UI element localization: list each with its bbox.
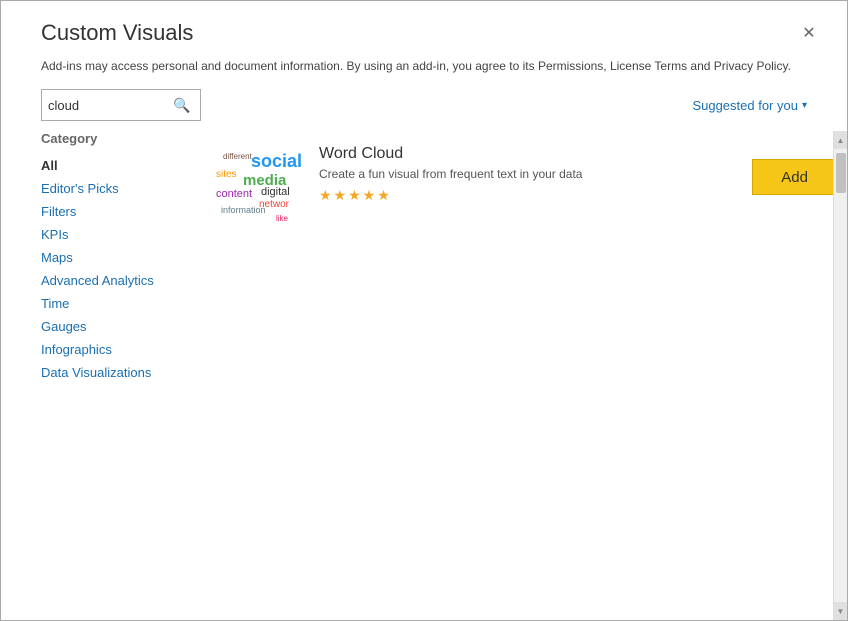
visual-name: Word Cloud <box>319 145 734 163</box>
sidebar-item-filters[interactable]: Filters <box>41 200 191 223</box>
svg-text:social: social <box>251 151 301 171</box>
chevron-down-icon: ▾ <box>802 100 807 111</box>
visual-stars: ★★★★★ <box>319 187 734 204</box>
custom-visuals-dialog: Custom Visuals ✕ Add-ins may access pers… <box>0 0 848 621</box>
suggested-label: Suggested for you <box>692 98 798 113</box>
visual-thumbnail: different social sites media content dig… <box>211 145 301 225</box>
svg-text:like: like <box>276 214 289 223</box>
scrollbar-track: ▲ ▼ <box>833 131 847 620</box>
dialog-title: Custom Visuals <box>41 20 193 46</box>
scrollbar-down-button[interactable]: ▼ <box>834 602 848 620</box>
svg-text:digital: digital <box>261 186 290 198</box>
sidebar-item-all[interactable]: All <box>41 154 191 177</box>
sidebar-item-time[interactable]: Time <box>41 292 191 315</box>
sidebar-item-kpis[interactable]: KPIs <box>41 223 191 246</box>
add-button[interactable]: Add <box>752 159 837 195</box>
dialog-header: Custom Visuals ✕ <box>1 1 847 55</box>
sidebar-item-advanced-analytics[interactable]: Advanced Analytics <box>41 269 191 292</box>
content-wrapper: different social sites media content dig… <box>191 131 847 620</box>
scrollbar-thumb[interactable] <box>836 153 846 193</box>
sidebar-item-maps[interactable]: Maps <box>41 246 191 269</box>
sidebar-item-gauges[interactable]: Gauges <box>41 315 191 338</box>
visual-description: Create a fun visual from frequent text i… <box>319 167 734 181</box>
sidebar-item-editors-picks[interactable]: Editor's Picks <box>41 177 191 200</box>
sidebar-item-infographics[interactable]: Infographics <box>41 338 191 361</box>
content-area: different social sites media content dig… <box>191 131 847 620</box>
category-label: Category <box>41 131 191 146</box>
visual-info: Word Cloud Create a fun visual from freq… <box>319 145 734 204</box>
search-button[interactable]: 🔍 <box>167 90 197 120</box>
sidebar-item-data-visualizations[interactable]: Data Visualizations <box>41 361 191 384</box>
search-input[interactable] <box>42 94 167 117</box>
scrollbar-up-button[interactable]: ▲ <box>834 131 848 149</box>
svg-text:different: different <box>223 152 253 161</box>
svg-text:information: information <box>221 205 266 215</box>
svg-text:sites: sites <box>216 169 237 180</box>
sidebar: Category All Editor's Picks Filters KPIs… <box>1 131 191 620</box>
dialog-body: Category All Editor's Picks Filters KPIs… <box>1 131 847 620</box>
word-cloud-svg: different social sites media content dig… <box>211 145 301 225</box>
visual-card: different social sites media content dig… <box>211 131 837 239</box>
search-box: 🔍 <box>41 89 201 121</box>
suggested-for-you-button[interactable]: Suggested for you ▾ <box>692 98 807 113</box>
notice-text: Add-ins may access personal and document… <box>41 59 791 73</box>
search-row: 🔍 Suggested for you ▾ <box>1 83 847 131</box>
close-button[interactable]: ✕ <box>795 19 823 47</box>
search-icon: 🔍 <box>173 97 190 114</box>
notice-bar: Add-ins may access personal and document… <box>1 55 847 83</box>
svg-text:content: content <box>216 188 252 200</box>
